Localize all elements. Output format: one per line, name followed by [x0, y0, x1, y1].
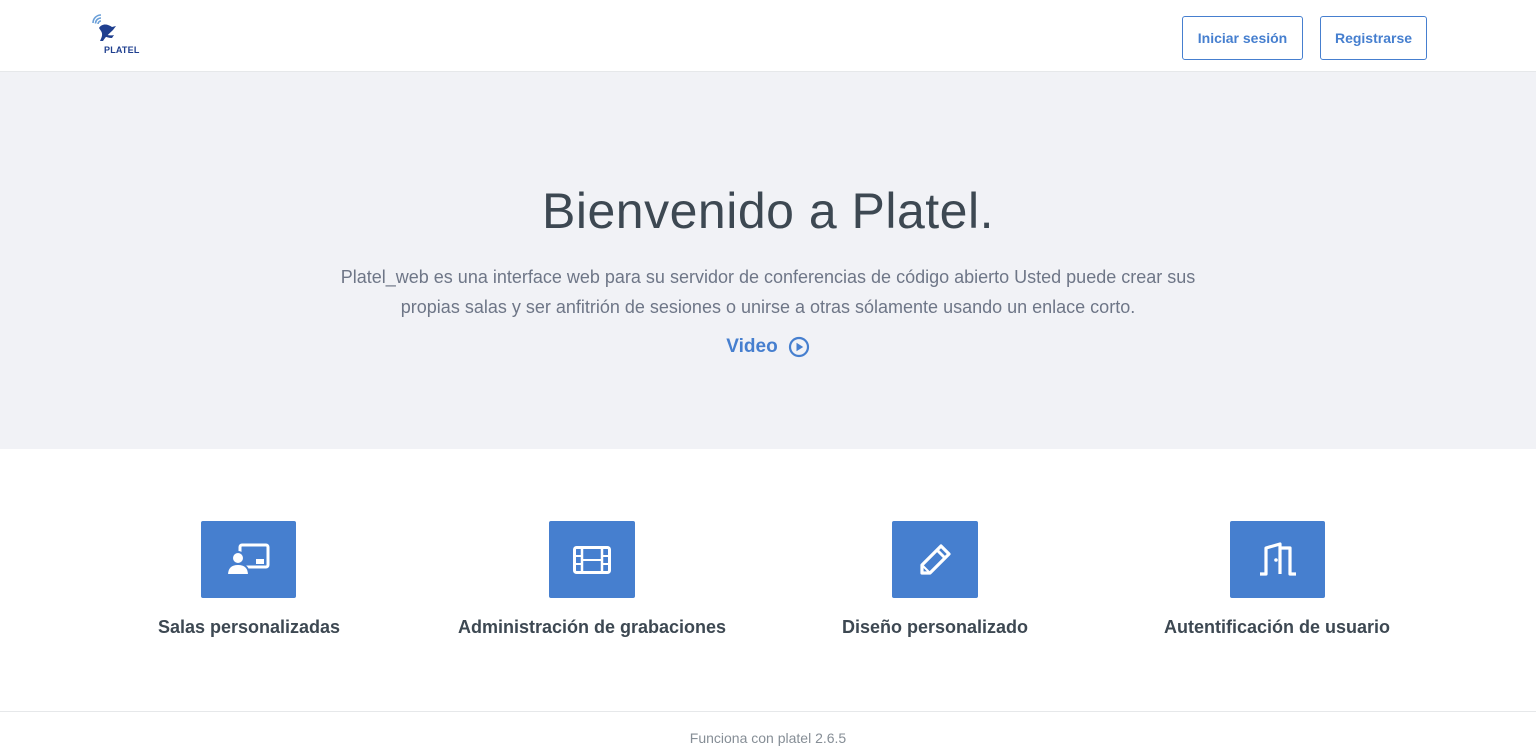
film-icon: [573, 545, 611, 574]
door-open-icon: [1259, 541, 1296, 576]
feature-label: Autentificación de usuario: [1163, 617, 1391, 637]
feature-icon-box: [201, 521, 296, 598]
feature-label: Salas personalizadas: [157, 617, 341, 637]
feature-icon-box: [1230, 521, 1325, 598]
footer: Funciona con platel 2.6.5: [0, 711, 1536, 747]
platel-logo[interactable]: PLATEL: [90, 14, 142, 56]
hero-section: Bienvenido a Platel. Platel_web es una i…: [0, 72, 1536, 449]
logo-text: PLATEL: [104, 45, 140, 55]
footer-text: Funciona con platel 2.6.5: [689, 730, 847, 746]
hero-title: Bienvenido a Platel.: [542, 183, 994, 239]
feature-label: Diseño personalizado: [841, 617, 1029, 637]
presentation-user-icon: [225, 543, 269, 576]
feature-icon-box: [892, 521, 978, 598]
feature-icon-box: [549, 521, 635, 598]
video-link-label: Video: [726, 336, 778, 357]
register-button[interactable]: Registrarse: [1320, 16, 1427, 60]
play-circle-icon: [788, 336, 810, 358]
login-button[interactable]: Iniciar sesión: [1182, 16, 1303, 60]
top-navbar: PLATEL Iniciar sesión Registrarse: [0, 0, 1536, 72]
hero-description: Platel_web es una interface web para su …: [340, 267, 1196, 317]
feature-label: Administración de grabaciones: [457, 617, 727, 637]
video-link[interactable]: Video: [0, 336, 1536, 358]
pencil-icon: [920, 543, 951, 575]
